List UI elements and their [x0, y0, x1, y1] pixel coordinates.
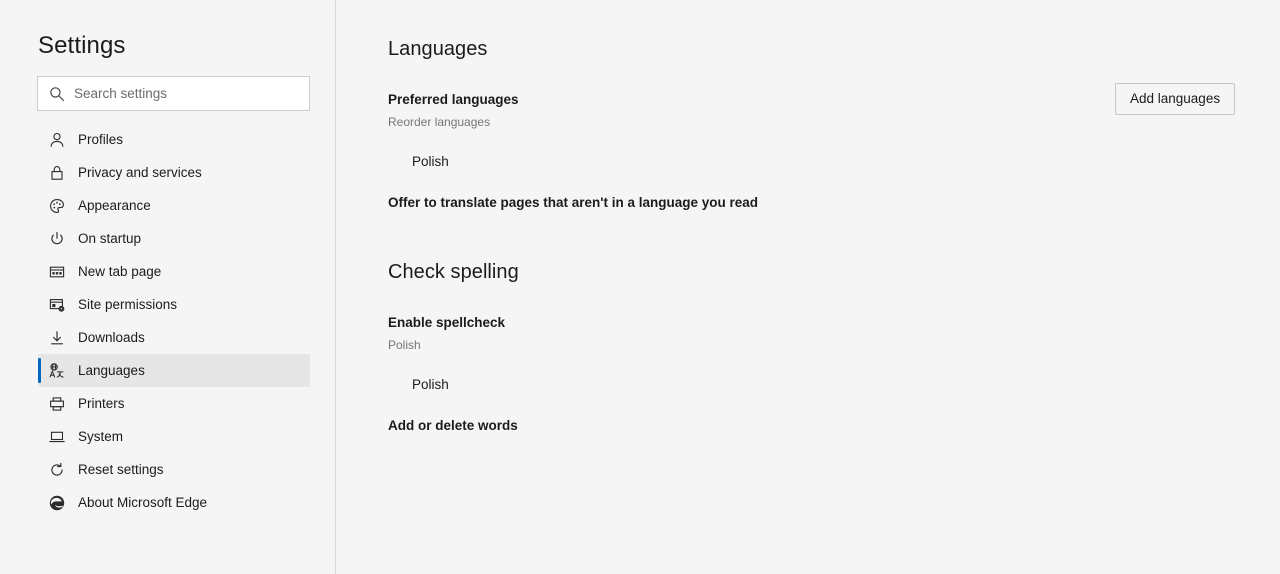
settings-nav-list: Profiles Privacy and services Appearance…: [0, 123, 336, 519]
add-languages-button[interactable]: Add languages: [1115, 83, 1236, 115]
enable-spellcheck-label: Enable spellcheck: [388, 315, 506, 330]
edge-logo-icon: [48, 494, 66, 512]
reorder-languages-sublabel: Reorder languages: [388, 115, 491, 129]
sidebar-item-privacy-and-services[interactable]: Privacy and services: [0, 156, 336, 189]
person-icon: [48, 131, 66, 149]
spellcheck-language-item-name: Polish: [412, 377, 449, 392]
sidebar-item-appearance[interactable]: Appearance: [0, 189, 336, 222]
preferred-language-item-name: Polish: [412, 154, 449, 169]
sidebar-item-label: Profiles: [78, 131, 124, 147]
sidebar-item-label: Languages: [78, 362, 145, 378]
search-settings-box[interactable]: [37, 76, 310, 111]
lock-icon: [48, 164, 66, 182]
sidebar-item-label: Appearance: [78, 197, 151, 213]
enable-spellcheck-sublabel: Polish: [388, 338, 421, 352]
sidebar: Settings Profiles: [0, 0, 336, 574]
sidebar-item-on-startup[interactable]: On startup: [0, 222, 336, 255]
sidebar-item-label: System: [78, 428, 124, 444]
sidebar-item-new-tab-page[interactable]: New tab page: [0, 255, 336, 288]
permissions-icon: [48, 296, 66, 314]
sidebar-item-profiles[interactable]: Profiles: [0, 123, 336, 156]
sidebar-item-label: Privacy and services: [78, 164, 202, 180]
refresh-icon: [48, 461, 66, 479]
offer-translate-label: Offer to translate pages that aren't in …: [388, 195, 759, 210]
page-title: Settings: [38, 32, 126, 59]
main-content: Languages Preferred languages Reorder la…: [336, 0, 1280, 574]
search-input[interactable]: [74, 78, 289, 109]
sidebar-item-reset-settings[interactable]: Reset settings: [0, 453, 336, 486]
sidebar-item-label: Site permissions: [78, 296, 178, 312]
sidebar-item-downloads[interactable]: Downloads: [0, 321, 336, 354]
sidebar-item-system[interactable]: System: [0, 420, 336, 453]
sidebar-item-label: New tab page: [78, 263, 162, 279]
sidebar-item-label: Reset settings: [78, 461, 164, 477]
check-spelling-section-heading: Check spelling: [388, 261, 519, 283]
preferred-languages-label: Preferred languages: [388, 92, 519, 107]
translate-icon: [48, 362, 66, 380]
download-icon: [48, 329, 66, 347]
sidebar-item-about-microsoft-edge[interactable]: About Microsoft Edge: [0, 486, 336, 519]
sidebar-item-languages[interactable]: Languages: [38, 354, 310, 387]
sidebar-item-printers[interactable]: Printers: [0, 387, 336, 420]
printer-icon: [48, 395, 66, 413]
search-icon: [48, 85, 66, 103]
sidebar-item-label: Printers: [78, 395, 125, 411]
laptop-icon: [48, 428, 66, 446]
palette-icon: [48, 197, 66, 215]
settings-page: Settings Profiles: [0, 0, 1280, 574]
sidebar-item-label: Downloads: [78, 329, 145, 345]
sidebar-item-label: About Microsoft Edge: [78, 494, 208, 510]
new-tab-icon: [48, 263, 66, 281]
languages-section-heading: Languages: [388, 38, 488, 60]
add-or-delete-words-label: Add or delete words: [388, 418, 518, 433]
power-icon: [48, 230, 66, 248]
sidebar-item-label: On startup: [78, 230, 142, 246]
sidebar-item-site-permissions[interactable]: Site permissions: [0, 288, 336, 321]
